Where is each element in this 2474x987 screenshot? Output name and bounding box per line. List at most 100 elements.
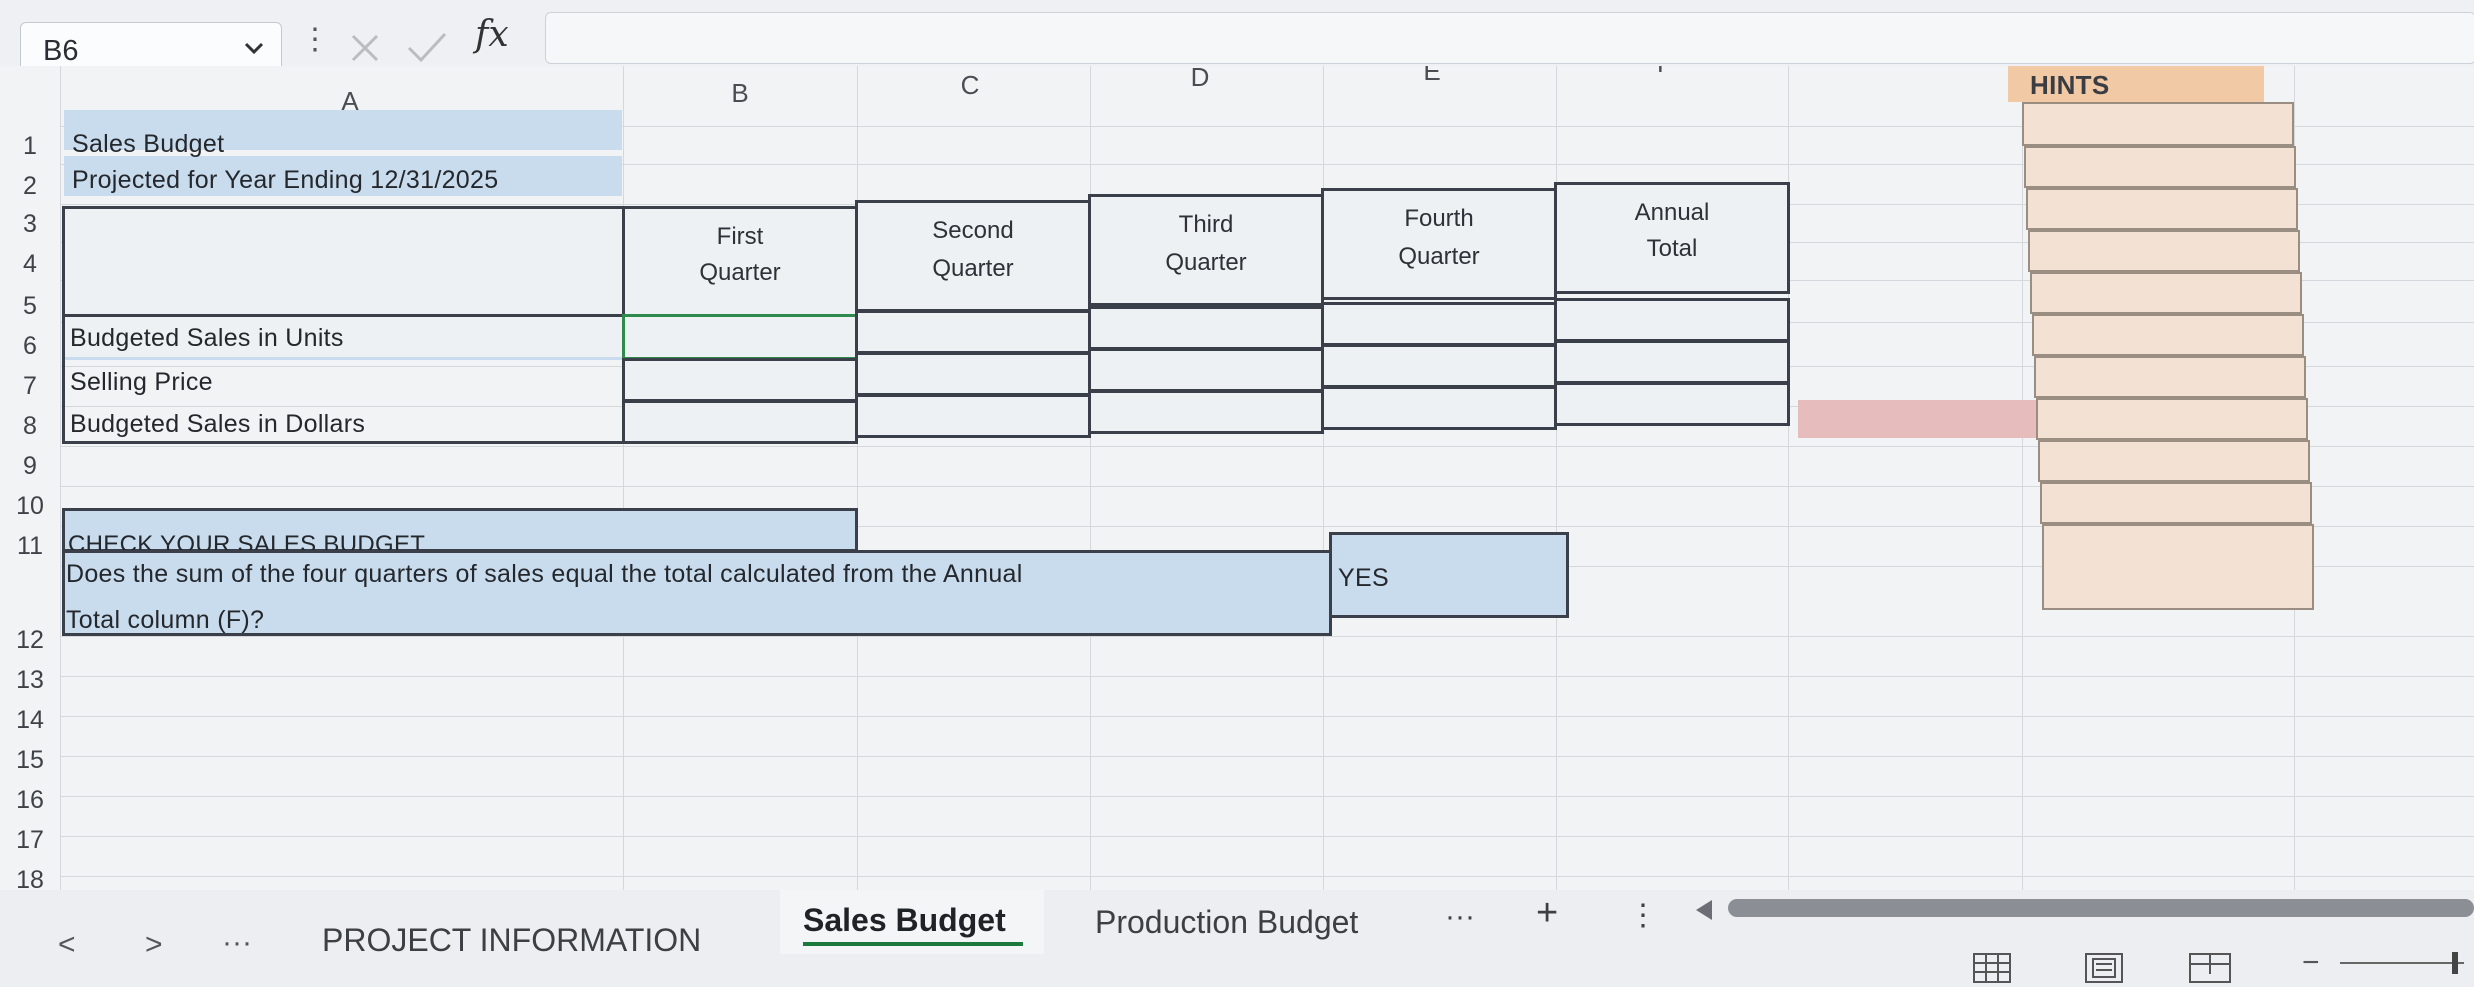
header-line1: First [716,223,764,250]
more-icon[interactable]: ⋮ [300,22,330,57]
column-header-g[interactable]: G [1855,66,1955,71]
hint-cell[interactable] [2038,440,2310,482]
cell-f7[interactable] [1554,340,1790,384]
row-header[interactable]: 3 [0,210,60,239]
row-header[interactable]: 5 [0,292,60,321]
tab-options-icon[interactable]: ⋮ [1628,898,1658,933]
active-tab-underline [803,942,1023,946]
next-sheet-icon[interactable]: > [145,928,163,962]
cell-b7[interactable] [622,358,858,402]
page-break-icon[interactable] [2188,952,2232,984]
column-header-f[interactable]: F [1615,66,1715,79]
cell-e6[interactable] [1321,302,1557,346]
formula-input[interactable] [545,12,2474,64]
column-header-d[interactable]: D [1150,66,1250,93]
cell-c6[interactable] [855,310,1091,354]
row-header[interactable]: 15 [0,746,60,775]
tab-sales-budget[interactable]: Sales Budget [803,902,1006,939]
column-header-c[interactable]: C [920,70,1020,101]
cell-e7[interactable] [1321,344,1557,388]
more-sheets-icon[interactable]: ··· [222,926,252,960]
hint-cell[interactable] [2022,102,2294,146]
check-icon[interactable] [405,28,449,68]
header-fourth-quarter[interactable]: Fourth Quarter [1321,188,1557,300]
cancel-icon[interactable] [345,28,385,68]
zoom-out-button[interactable]: − [2302,946,2320,980]
gridline [60,756,2474,757]
header-line2: Quarter [1165,249,1247,276]
sheet-title[interactable]: Sales Budget [72,130,224,159]
header-third-quarter[interactable]: Third Quarter [1088,194,1324,306]
hint-cell[interactable] [2040,482,2312,524]
cell-f8[interactable] [1554,382,1790,426]
header-annual-total[interactable]: Annual Total [1554,182,1790,294]
row-header[interactable]: 14 [0,706,60,735]
tab-project-information[interactable]: PROJECT INFORMATION [322,922,701,959]
fx-icon[interactable]: fx [475,14,509,55]
row-header[interactable]: 11 [0,532,60,561]
tab-production-budget[interactable]: Production Budget [1095,904,1358,941]
cell-b6-selected[interactable] [622,314,858,360]
chevron-down-icon[interactable] [240,34,268,62]
row-header[interactable]: 9 [0,452,60,481]
cell-d8[interactable] [1088,390,1324,434]
sheet-subtitle[interactable]: Projected for Year Ending 12/31/2025 [72,166,498,195]
hint-cell[interactable] [2024,146,2296,188]
cell-f6[interactable] [1554,298,1790,342]
row-header[interactable]: 10 [0,492,60,521]
gridline [60,876,2474,877]
row-header[interactable]: 8 [0,412,60,441]
gridline [60,796,2474,797]
column-header-e[interactable]: E [1382,66,1482,87]
gridline [60,836,2474,837]
cell-b8[interactable] [622,400,858,444]
header-first-quarter[interactable]: First Quarter [622,206,858,318]
header-line1: Fourth [1404,205,1474,232]
header-line1: Second [932,217,1014,244]
scroll-left-icon[interactable] [1692,898,1716,922]
header-line2: Total [1646,235,1698,262]
cell-c8[interactable] [855,394,1091,438]
hint-cell[interactable] [2026,188,2298,230]
check-question-line2: Total column (F)? [66,606,265,634]
cell-c7[interactable] [855,352,1091,396]
check-answer[interactable]: YES [1338,564,1389,593]
label-header-cell[interactable] [62,206,626,318]
hints-header[interactable]: HINTS [2030,70,2110,101]
more-tabs-icon[interactable]: ··· [1445,900,1475,934]
hint-cell[interactable] [2032,314,2304,356]
horizontal-scrollbar[interactable] [1728,899,2474,917]
label-block-border [62,314,626,444]
row-header[interactable]: 4 [0,250,60,279]
formula-bar: B6 ⋮ fx [0,0,2474,78]
cell-d6[interactable] [1088,306,1324,350]
add-sheet-icon[interactable]: + [1536,892,1558,935]
hint-cell[interactable] [2042,524,2314,610]
hint-cell[interactable] [2036,398,2308,440]
hint-cell[interactable] [2034,356,2306,398]
header-line1: Third [1178,211,1234,238]
hint-cell[interactable] [2028,230,2300,272]
prev-sheet-icon[interactable]: < [58,928,76,962]
zoom-slider-thumb[interactable] [2452,952,2458,974]
name-box-value: B6 [43,35,79,67]
header-second-quarter[interactable]: Second Quarter [855,200,1091,312]
highlight-cell-g8[interactable] [1798,400,2040,438]
row-header[interactable]: 2 [0,172,60,201]
row-header[interactable]: 12 [0,626,60,655]
row-header[interactable]: 13 [0,666,60,695]
cell-d7[interactable] [1088,348,1324,392]
row-header[interactable]: 17 [0,826,60,855]
row-header[interactable]: 7 [0,372,60,401]
row-header[interactable]: 1 [0,132,60,161]
normal-view-icon[interactable] [1972,952,2012,984]
header-line2: Quarter [699,259,781,286]
spreadsheet-grid[interactable]: A B C D E F G H I 1 2 3 4 5 6 7 8 9 10 1… [0,66,2474,906]
cell-e8[interactable] [1321,386,1557,430]
row-header[interactable]: 6 [0,332,60,361]
column-header-b[interactable]: B [690,78,790,109]
page-layout-icon[interactable] [2084,952,2124,984]
hint-cell[interactable] [2030,272,2302,314]
row-header[interactable]: 16 [0,786,60,815]
zoom-slider-track[interactable] [2340,962,2464,964]
